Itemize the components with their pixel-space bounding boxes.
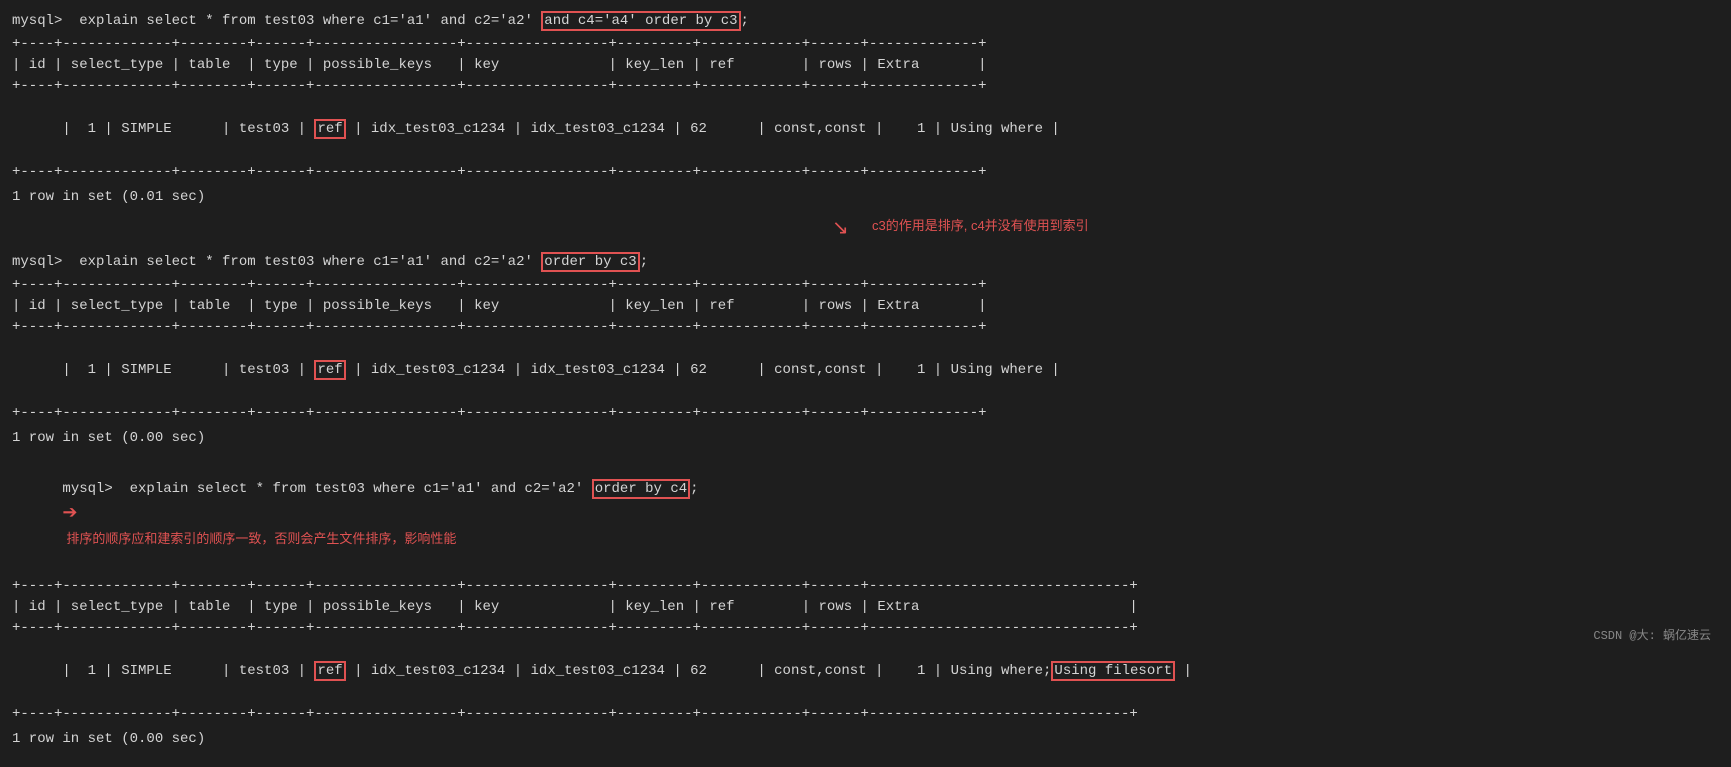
sep1-top: +----+-------------+--------+------+----… <box>12 34 1719 55</box>
prompt1-end: ; <box>741 13 749 29</box>
section1: mysql> explain select * from test03 wher… <box>12 10 1719 209</box>
filesort-highlight: Using filesort <box>1051 661 1175 681</box>
section2: mysql> explain select * from test03 wher… <box>12 251 1719 450</box>
sep1-bot: +----+-------------+--------+------+----… <box>12 162 1719 183</box>
sep2-mid: +----+-------------+--------+------+----… <box>12 317 1719 338</box>
header3: | id | select_type | table | type | poss… <box>12 597 1719 618</box>
highlight2: order by c3 <box>541 252 639 272</box>
highlight3: order by c4 <box>592 479 690 499</box>
data-row2: | 1 | SIMPLE | test03 | ref | idx_test03… <box>12 338 1719 403</box>
prompt3-end: ; <box>690 481 707 497</box>
data-row1: | 1 | SIMPLE | test03 | ref | idx_test03… <box>12 97 1719 162</box>
sep1-mid: +----+-------------+--------+------+----… <box>12 76 1719 97</box>
prompt1: mysql> explain select * from test03 wher… <box>12 10 1719 32</box>
data-prefix1: | 1 | SIMPLE | test03 | <box>62 121 314 137</box>
prompt2: mysql> explain select * from test03 wher… <box>12 251 1719 273</box>
highlight1: and c4='a4' order by c3 <box>541 11 740 31</box>
sep3-top: +----+-------------+--------+------+----… <box>12 576 1719 597</box>
prompt1-text: mysql> explain select * from test03 wher… <box>12 13 541 29</box>
prompt2-text: mysql> explain select * from test03 wher… <box>12 254 541 270</box>
annotation1-text: c3的作用是排序, c4并没有使用到索引 <box>872 215 1089 234</box>
data-prefix2: | 1 | SIMPLE | test03 | <box>62 362 314 378</box>
result3: 1 row in set (0.00 sec) <box>12 728 1719 750</box>
sep3-mid: +----+-------------+--------+------+----… <box>12 618 1719 639</box>
prompt2-end: ; <box>640 254 648 270</box>
data-end2: | <box>1043 362 1060 378</box>
footer: CSDN @大: 蜗亿速云 <box>1593 626 1711 643</box>
type-highlight2: ref <box>314 360 345 380</box>
data-mid3: | idx_test03_c1234 | idx_test03_c1234 | … <box>346 663 951 679</box>
prompt3: mysql> explain select * from test03 wher… <box>12 456 1719 574</box>
sep3-bot: +----+-------------+--------+------+----… <box>12 704 1719 725</box>
data-row3: | 1 | SIMPLE | test03 | ref | idx_test03… <box>12 639 1719 704</box>
header2: | id | select_type | table | type | poss… <box>12 296 1719 317</box>
arrow3: ➔ <box>62 504 77 524</box>
extra3-1: Using where; <box>951 663 1052 679</box>
result2: 1 row in set (0.00 sec) <box>12 427 1719 449</box>
annotation3: 排序的顺序应和建索引的顺序一致，否则会产生文件排序，影响性能 <box>66 531 456 546</box>
sep2-bot: +----+-------------+--------+------+----… <box>12 403 1719 424</box>
terminal: mysql> explain select * from test03 wher… <box>0 0 1731 767</box>
arrow1: ↘ <box>832 215 849 241</box>
result1: 1 row in set (0.01 sec) <box>12 186 1719 208</box>
section3: mysql> explain select * from test03 wher… <box>12 456 1719 751</box>
data-prefix3: | 1 | SIMPLE | test03 | <box>62 663 314 679</box>
data-mid1: | idx_test03_c1234 | idx_test03_c1234 | … <box>346 121 1060 137</box>
type-highlight3: ref <box>314 661 345 681</box>
annotation-area1: ↘ c3的作用是排序, c4并没有使用到索引 <box>12 215 1719 247</box>
header1: | id | select_type | table | type | poss… <box>12 55 1719 76</box>
data-end3: | <box>1175 663 1192 679</box>
using-where2: Using where <box>951 362 1043 378</box>
data-mid2: | idx_test03_c1234 | idx_test03_c1234 | … <box>346 362 951 378</box>
sep2-top: +----+-------------+--------+------+----… <box>12 275 1719 296</box>
prompt3-text: mysql> explain select * from test03 wher… <box>62 481 591 497</box>
type-highlight1: ref <box>314 119 345 139</box>
